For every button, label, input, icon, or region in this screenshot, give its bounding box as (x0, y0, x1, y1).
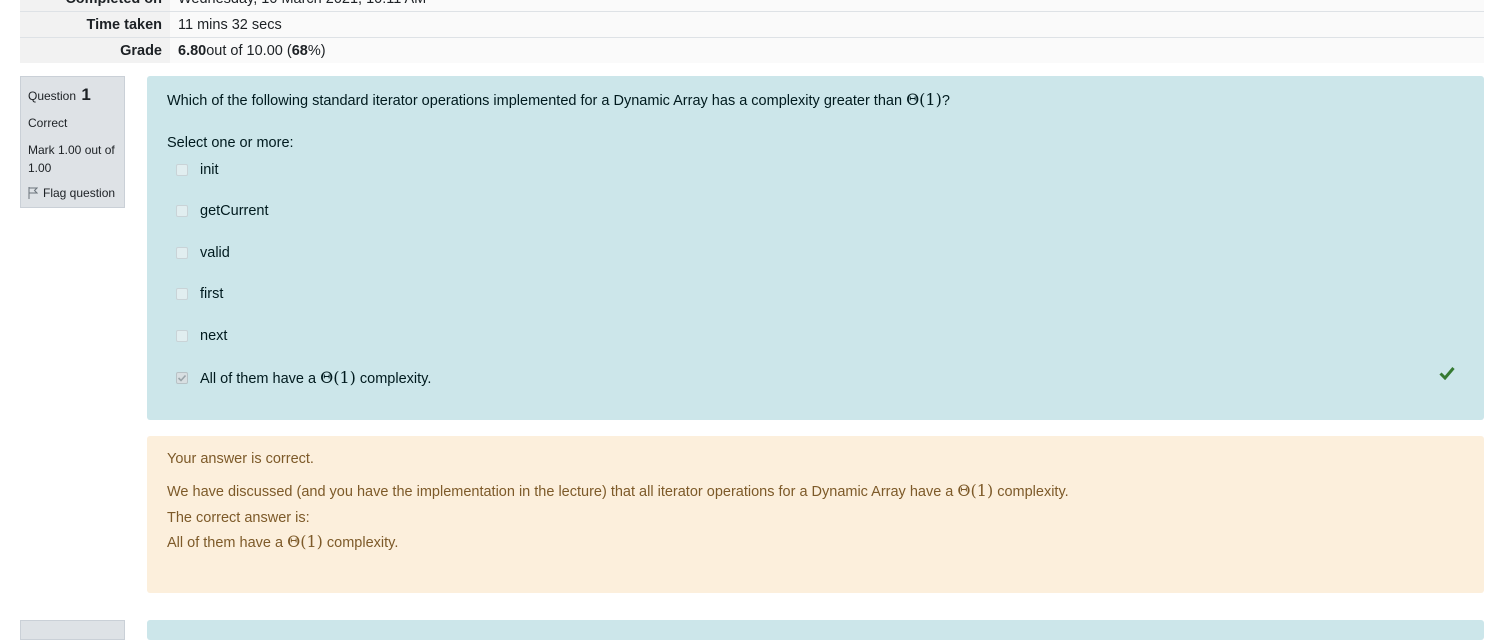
answer-prompt: Select one or more: (167, 135, 294, 151)
question-state: Correct (28, 116, 68, 130)
question-number: Question 1 (28, 85, 117, 105)
completed-value: Wednesday, 10 March 2021, 10:11 AM (170, 0, 1484, 11)
question-text: Which of the following standard iterator… (167, 90, 950, 109)
grade-value: 6.80 out of 10.00 (68%) (170, 38, 1484, 63)
general-feedback-before: We have discussed (and you have the impl… (167, 484, 958, 500)
question-info: Question 1 Correct Mark 1.00 out of 1.00… (20, 76, 125, 208)
grade-score: 6.80 (178, 42, 207, 59)
option-label-before: All of them have a (200, 371, 321, 387)
right-answer-before: All of them have a (167, 535, 288, 551)
summary-row-completed: Completed on Wednesday, 10 March 2021, 1… (20, 0, 1484, 11)
option-checkbox[interactable] (176, 205, 188, 217)
correct-check-icon (1439, 366, 1455, 384)
option-label: All of them have a Θ(1) complexity. (200, 368, 431, 387)
option-getcurrent[interactable]: getCurrent (176, 203, 269, 219)
flag-icon (28, 187, 39, 199)
question-text-before: Which of the following standard iterator… (167, 93, 907, 109)
time-taken-value: 11 mins 32 secs (170, 12, 1484, 37)
attempt-summary-table: Completed on Wednesday, 10 March 2021, 1… (20, 0, 1484, 63)
right-answer-label: The correct answer is: (167, 510, 310, 526)
option-label: valid (200, 245, 230, 261)
option-init[interactable]: init (176, 162, 219, 178)
math-theta-1: Θ(1) (320, 368, 356, 387)
math-theta-1: Θ(1) (957, 481, 994, 500)
option-label: getCurrent (200, 203, 269, 219)
time-taken-label: Time taken (20, 12, 170, 37)
option-checkbox[interactable] (176, 164, 188, 176)
math-theta-1: Θ(1) (906, 90, 942, 109)
general-feedback: We have discussed (and you have the impl… (167, 481, 1069, 500)
option-label: next (200, 328, 228, 344)
grade-mid: out of 10.00 ( (206, 42, 292, 59)
grade-label: Grade (20, 38, 170, 63)
option-checkbox-checked[interactable] (176, 371, 188, 384)
option-all-theta-1[interactable]: All of them have a Θ(1) complexity. (176, 368, 431, 387)
right-answer: All of them have a Θ(1) complexity. (167, 532, 398, 551)
option-label-after: complexity. (355, 371, 432, 387)
option-valid[interactable]: valid (176, 245, 230, 261)
completed-label: Completed on (20, 0, 170, 11)
option-checkbox[interactable] (176, 247, 188, 259)
math-theta-1: Θ(1) (287, 532, 323, 551)
option-label: first (200, 286, 224, 302)
right-answer-after: complexity. (322, 535, 399, 551)
next-question-content (147, 620, 1484, 640)
question-number-value: 1 (81, 85, 91, 104)
question-text-after: ? (941, 93, 950, 109)
question-content: Which of the following standard iterator… (147, 76, 1484, 420)
grade-end: %) (307, 42, 326, 59)
grade-percent: 68 (291, 42, 308, 59)
feedback-status: Your answer is correct. (167, 451, 314, 467)
summary-row-grade: Grade 6.80 out of 10.00 (68%) (20, 37, 1484, 63)
flag-question-label: Flag question (43, 186, 116, 200)
option-next[interactable]: next (176, 328, 227, 344)
flag-question-button[interactable]: Flag question (28, 186, 117, 200)
question-label: Question (28, 89, 77, 103)
question-feedback: Your answer is correct. We have discusse… (147, 436, 1484, 593)
checkmark-icon (177, 374, 187, 382)
option-checkbox[interactable] (176, 330, 188, 342)
summary-row-time: Time taken 11 mins 32 secs (20, 11, 1484, 37)
next-question-info (20, 620, 125, 640)
general-feedback-after: complexity. (993, 484, 1069, 500)
option-first[interactable]: first (176, 286, 223, 302)
option-label: init (200, 162, 219, 178)
question-grade: Mark 1.00 out of 1.00 (28, 143, 115, 175)
option-checkbox[interactable] (176, 288, 188, 300)
